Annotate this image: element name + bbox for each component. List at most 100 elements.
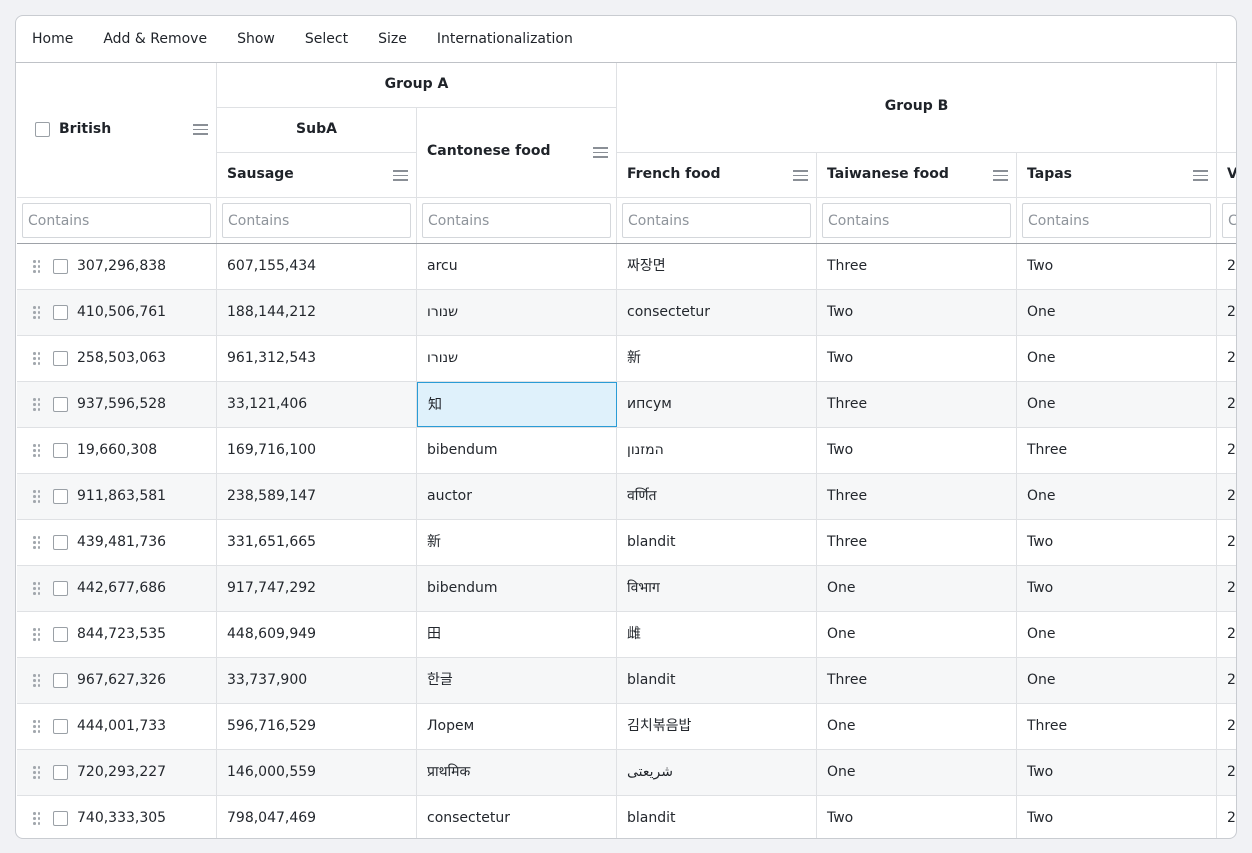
- cell-tapas[interactable]: One: [1017, 474, 1217, 519]
- cell-french-food[interactable]: विभाग: [617, 566, 817, 611]
- cell-partial[interactable]: 2: [1217, 704, 1236, 749]
- row-checkbox[interactable]: [53, 765, 68, 780]
- row-checkbox[interactable]: [53, 305, 68, 320]
- cell-french-food[interactable]: blandit: [617, 796, 817, 838]
- cell-sausage[interactable]: 146,000,559: [217, 750, 417, 795]
- cell-cantonese-food[interactable]: שנורו: [417, 290, 617, 335]
- cell-sausage[interactable]: 798,047,469: [217, 796, 417, 838]
- cell-partial[interactable]: 2: [1217, 566, 1236, 611]
- drag-handle-icon[interactable]: [33, 582, 40, 595]
- cell-cantonese-food[interactable]: 新: [417, 520, 617, 565]
- column-menu-icon[interactable]: [393, 170, 408, 181]
- cell-sausage[interactable]: 448,609,949: [217, 612, 417, 657]
- cell-taiwanese-food[interactable]: One: [817, 704, 1017, 749]
- cell-british[interactable]: 258,503,063: [17, 336, 217, 381]
- cell-tapas[interactable]: One: [1017, 336, 1217, 381]
- table-row[interactable]: 937,596,528 33,121,406 知 ипсум Three One 2: [17, 382, 1236, 428]
- cell-cantonese-food[interactable]: 한글: [417, 658, 617, 703]
- filter-input-taiwanese-food[interactable]: [822, 203, 1011, 238]
- cell-french-food[interactable]: blandit: [617, 658, 817, 703]
- column-menu-icon[interactable]: [993, 170, 1008, 181]
- column-header-partial[interactable]: V: [1217, 153, 1236, 198]
- cell-sausage[interactable]: 169,716,100: [217, 428, 417, 473]
- cell-cantonese-food[interactable]: 知: [417, 382, 617, 427]
- menu-size[interactable]: Size: [378, 31, 407, 47]
- cell-taiwanese-food[interactable]: Three: [817, 520, 1017, 565]
- table-row[interactable]: 410,506,761 188,144,212 שנורו consectetur Tw…: [17, 290, 1236, 336]
- row-checkbox[interactable]: [53, 443, 68, 458]
- cell-cantonese-food[interactable]: arcu: [417, 244, 617, 289]
- table-row[interactable]: 911,863,581 238,589,147 auctor वर्णित Three O…: [17, 474, 1236, 520]
- table-row[interactable]: 258,503,063 961,312,543 שנורו 新 Two One 2: [17, 336, 1236, 382]
- column-menu-icon[interactable]: [1193, 170, 1208, 181]
- column-header-british[interactable]: British: [17, 63, 217, 198]
- cell-taiwanese-food[interactable]: Three: [817, 658, 1017, 703]
- row-checkbox[interactable]: [53, 581, 68, 596]
- cell-partial[interactable]: 2: [1217, 382, 1236, 427]
- cell-tapas[interactable]: Three: [1017, 428, 1217, 473]
- table-row[interactable]: 444,001,733 596,716,529 Лорем 김치볶음밥 One Three…: [17, 704, 1236, 750]
- cell-british[interactable]: 442,677,686: [17, 566, 217, 611]
- cell-partial[interactable]: 2: [1217, 336, 1236, 381]
- cell-british[interactable]: 967,627,326: [17, 658, 217, 703]
- cell-tapas[interactable]: One: [1017, 382, 1217, 427]
- cell-sausage[interactable]: 596,716,529: [217, 704, 417, 749]
- drag-handle-icon[interactable]: [33, 260, 40, 273]
- cell-tapas[interactable]: Two: [1017, 520, 1217, 565]
- cell-partial[interactable]: 2: [1217, 658, 1236, 703]
- cell-cantonese-food[interactable]: bibendum: [417, 566, 617, 611]
- row-checkbox[interactable]: [53, 627, 68, 642]
- cell-british[interactable]: 19,660,308: [17, 428, 217, 473]
- cell-british[interactable]: 444,001,733: [17, 704, 217, 749]
- cell-cantonese-food[interactable]: 田: [417, 612, 617, 657]
- cell-partial[interactable]: 2: [1217, 428, 1236, 473]
- cell-sausage[interactable]: 33,121,406: [217, 382, 417, 427]
- cell-partial[interactable]: 2: [1217, 474, 1236, 519]
- column-header-cantonese-food[interactable]: Cantonese food: [417, 108, 617, 198]
- drag-handle-icon[interactable]: [33, 444, 40, 457]
- cell-british[interactable]: 740,333,305: [17, 796, 217, 838]
- cell-partial[interactable]: 2: [1217, 750, 1236, 795]
- cell-french-food[interactable]: 짜장면: [617, 244, 817, 289]
- cell-french-food[interactable]: המזנון: [617, 428, 817, 473]
- cell-partial[interactable]: 2: [1217, 244, 1236, 289]
- cell-french-food[interactable]: ипсум: [617, 382, 817, 427]
- cell-sausage[interactable]: 961,312,543: [217, 336, 417, 381]
- table-row[interactable]: 740,333,305 798,047,469 consectetur blandit…: [17, 796, 1236, 838]
- cell-partial[interactable]: 2: [1217, 796, 1236, 838]
- cell-tapas[interactable]: Two: [1017, 750, 1217, 795]
- row-checkbox[interactable]: [53, 811, 68, 826]
- cell-taiwanese-food[interactable]: Two: [817, 796, 1017, 838]
- filter-input-british[interactable]: [22, 203, 211, 238]
- drag-handle-icon[interactable]: [33, 674, 40, 687]
- table-row[interactable]: 307,296,838 607,155,434 arcu 짜장면 Three Two 2: [17, 244, 1236, 290]
- cell-tapas[interactable]: One: [1017, 612, 1217, 657]
- table-row[interactable]: 19,660,308 169,716,100 bibendum המזנון Two Th…: [17, 428, 1236, 474]
- drag-handle-icon[interactable]: [33, 536, 40, 549]
- filter-input-tapas[interactable]: [1022, 203, 1211, 238]
- column-header-taiwanese-food[interactable]: Taiwanese food: [817, 153, 1017, 198]
- cell-tapas[interactable]: Two: [1017, 566, 1217, 611]
- cell-tapas[interactable]: Two: [1017, 244, 1217, 289]
- cell-partial[interactable]: 2: [1217, 290, 1236, 335]
- cell-sausage[interactable]: 331,651,665: [217, 520, 417, 565]
- drag-handle-icon[interactable]: [33, 628, 40, 641]
- drag-handle-icon[interactable]: [33, 720, 40, 733]
- drag-handle-icon[interactable]: [33, 766, 40, 779]
- cell-british[interactable]: 844,723,535: [17, 612, 217, 657]
- drag-handle-icon[interactable]: [33, 490, 40, 503]
- row-checkbox[interactable]: [53, 397, 68, 412]
- row-checkbox[interactable]: [53, 673, 68, 688]
- cell-cantonese-food[interactable]: שנורו: [417, 336, 617, 381]
- column-header-sausage[interactable]: Sausage: [217, 153, 417, 198]
- cell-taiwanese-food[interactable]: Three: [817, 382, 1017, 427]
- cell-french-food[interactable]: شريعتى: [617, 750, 817, 795]
- row-checkbox[interactable]: [53, 719, 68, 734]
- drag-handle-icon[interactable]: [33, 352, 40, 365]
- table-row[interactable]: 720,293,227 146,000,559 प्राथमिक شريعتى One T…: [17, 750, 1236, 796]
- cell-taiwanese-food[interactable]: Two: [817, 336, 1017, 381]
- row-checkbox[interactable]: [53, 259, 68, 274]
- table-row[interactable]: 442,677,686 917,747,292 bibendum विभाग One Tw…: [17, 566, 1236, 612]
- column-header-tapas[interactable]: Tapas: [1017, 153, 1217, 198]
- cell-cantonese-food[interactable]: bibendum: [417, 428, 617, 473]
